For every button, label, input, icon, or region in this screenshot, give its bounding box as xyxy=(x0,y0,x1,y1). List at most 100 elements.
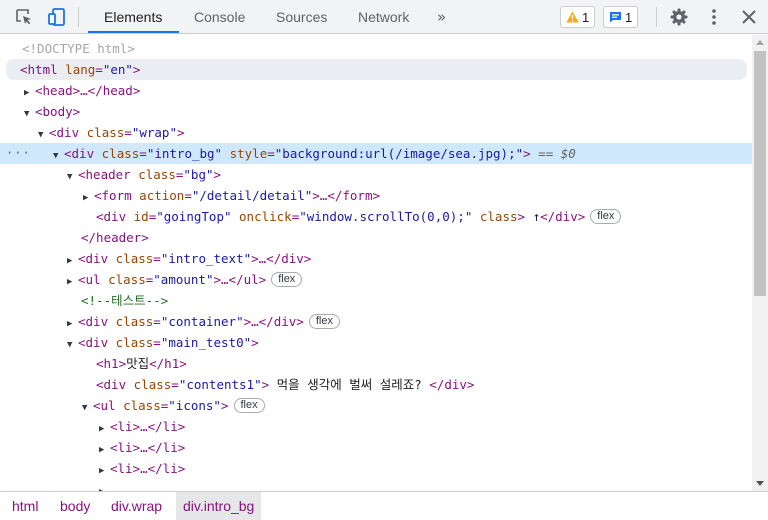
dom-node-li[interactable]: ▶ <li>…</li> xyxy=(0,437,752,458)
html-tag-name: html xyxy=(27,62,58,77)
breadcrumb-div-intro-bg[interactable]: div.intro_bg xyxy=(176,492,262,520)
dom-node-div-intro-bg[interactable]: ··· ▼ <div class="intro_bg" style="backgr… xyxy=(0,143,752,164)
warnings-count: 1 xyxy=(582,9,590,25)
attr-name: class xyxy=(479,209,518,224)
selected-node-marker: == $0 xyxy=(538,146,576,161)
attr-name: class xyxy=(115,251,154,266)
attr-name: class xyxy=(123,398,161,413)
breadcrumb: html body div.wrap div.intro_bg xyxy=(0,491,768,520)
dom-node-html[interactable]: <html lang="en"> xyxy=(0,59,752,80)
kebab-menu-icon[interactable] xyxy=(702,5,726,29)
dom-node-ul-amount[interactable]: ▶ <ul class="amount">…</ul> flex xyxy=(0,269,752,290)
active-tab-indicator xyxy=(88,31,179,33)
attr-name: action xyxy=(139,188,185,203)
dom-node-div-container[interactable]: ▶ <div class="container">…</div> flex xyxy=(0,311,752,332)
dom-node-li[interactable]: ▶ <li>…</li> xyxy=(0,416,752,437)
more-tabs-icon[interactable]: » xyxy=(437,0,446,34)
attr-name: class xyxy=(138,167,176,182)
attr-name: class xyxy=(108,272,146,287)
attr-value: "icons" xyxy=(168,398,221,413)
tag-open: <ul xyxy=(78,272,101,287)
dom-node-div-main-test0[interactable]: ▼ <div class="main_test0"> xyxy=(0,332,752,353)
scroll-up-arrow-icon[interactable] xyxy=(756,40,764,45)
node-text: 맛집 xyxy=(126,356,150,371)
gear-icon[interactable] xyxy=(667,5,691,29)
html-comment: <!--테스트--> xyxy=(81,293,169,308)
attr-value: "wrap" xyxy=(131,125,177,140)
dom-node-li-partial[interactable]: ▶ xyxy=(0,479,752,491)
li-collapsed: <li>…</li> xyxy=(110,419,186,434)
breadcrumb-html[interactable]: html xyxy=(5,492,45,520)
tag-open: <div xyxy=(78,314,109,329)
issues-counter[interactable]: 1 xyxy=(603,6,639,28)
flex-badge[interactable]: flex xyxy=(590,209,622,224)
attr-name: onclick xyxy=(239,209,292,224)
dom-node-li[interactable]: ▶ <li>…</li> xyxy=(0,458,752,479)
tab-elements[interactable]: Elements xyxy=(104,0,162,34)
node-text: 먹을 생각에 벌써 설레죠? xyxy=(269,377,430,392)
toolbar-divider xyxy=(656,7,657,27)
tab-sources[interactable]: Sources xyxy=(276,0,327,34)
lang-attr-name: lang xyxy=(65,62,96,77)
scrollbar-thumb[interactable] xyxy=(754,51,766,296)
dom-tree[interactable]: <!DOCTYPE html> <html lang="en"> ▶ <head>… xyxy=(0,35,752,491)
node-actions-dots[interactable]: ··· xyxy=(6,143,31,164)
attr-value: "/detail/detail" xyxy=(191,188,313,203)
tag-open: <div xyxy=(96,377,127,392)
head-collapsed: <head>…</head> xyxy=(35,83,141,98)
inspect-element-icon[interactable] xyxy=(12,5,36,29)
dom-node-div-wrap[interactable]: ▼ <div class="wrap"> xyxy=(0,122,752,143)
tag-open: <div xyxy=(78,251,109,266)
dom-node-body[interactable]: ▼ <body> xyxy=(0,101,752,122)
tag-close: >…</ul> xyxy=(213,272,267,287)
dom-node-div-intro-text[interactable]: ▶ <div class="intro_text">…</div> xyxy=(0,248,752,269)
dom-node-comment[interactable]: <!--테스트--> xyxy=(0,290,752,311)
close-icon[interactable] xyxy=(737,5,761,29)
tag-open: <ul xyxy=(93,398,116,413)
breadcrumb-body[interactable]: body xyxy=(53,492,97,520)
expand-triangle-icon[interactable]: ▶ xyxy=(99,482,110,491)
dom-node-div-contents1[interactable]: <div class="contents1"> 먹을 생각에 벌써 설레죠? <… xyxy=(0,374,752,395)
tag-open: <div xyxy=(49,125,80,140)
breadcrumb-div-wrap[interactable]: div.wrap xyxy=(104,492,169,520)
dom-node-div-goingtop[interactable]: <div id="goingTop" onclick="window.scrol… xyxy=(0,206,752,227)
tag-open: <h1> xyxy=(96,356,127,371)
attr-name: id xyxy=(133,209,149,224)
tab-console[interactable]: Console xyxy=(194,0,245,34)
attr-value: "window.scrollTo(0,0);" xyxy=(299,209,473,224)
tag-close: </div> xyxy=(429,377,475,392)
attr-name: class xyxy=(115,314,154,329)
dom-node-ul-icons[interactable]: ▼ <ul class="icons"> flex xyxy=(0,395,752,416)
device-toolbar-icon[interactable] xyxy=(45,5,69,29)
dom-node-h1[interactable]: <h1>맛집</h1> xyxy=(0,353,752,374)
attr-name: class xyxy=(115,335,154,350)
attr-name: class xyxy=(86,125,125,140)
tag-open: <div xyxy=(64,146,95,161)
attr-value: "intro_text" xyxy=(160,251,252,266)
attr-value: "contents1" xyxy=(178,377,262,392)
vertical-scrollbar[interactable] xyxy=(752,35,768,491)
dom-node-form[interactable]: ▶ <form action="/detail/detail">…</form> xyxy=(0,185,752,206)
tag-open: <div xyxy=(96,209,127,224)
scroll-down-arrow-icon[interactable] xyxy=(756,481,764,486)
flex-badge[interactable]: flex xyxy=(308,314,340,329)
body-tag: <body> xyxy=(35,104,81,119)
tag-close: >…</form> xyxy=(312,188,381,203)
tag-open: <form xyxy=(94,188,132,203)
dom-node-header[interactable]: ▼ <header class="bg"> xyxy=(0,164,752,185)
doctype-text: <!DOCTYPE html> xyxy=(22,41,135,56)
tag-close: >…</div> xyxy=(251,251,312,266)
tag-open: <header xyxy=(78,167,131,182)
attr-name: class xyxy=(133,377,172,392)
attr-value: "amount" xyxy=(153,272,214,287)
dom-node-head[interactable]: ▶ <head>…</head> xyxy=(0,80,752,101)
warnings-counter[interactable]: 1 xyxy=(560,6,596,28)
dom-node-doctype[interactable]: <!DOCTYPE html> xyxy=(0,38,752,59)
lang-attr-value: "en" xyxy=(102,62,133,77)
flex-badge[interactable]: flex xyxy=(271,272,303,287)
flex-badge[interactable]: flex xyxy=(233,398,265,413)
dom-node-header-close[interactable]: </header> xyxy=(0,227,752,248)
attr-value: "container" xyxy=(160,314,244,329)
tab-network[interactable]: Network xyxy=(358,0,409,34)
header-close-tag: </header> xyxy=(81,230,149,245)
